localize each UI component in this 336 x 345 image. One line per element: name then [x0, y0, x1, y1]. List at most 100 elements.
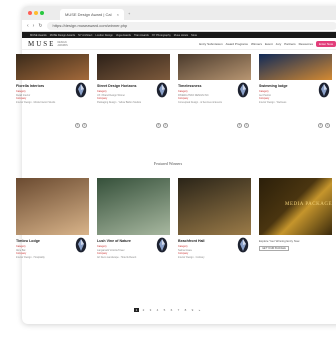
winner-info: Street Design Horizons Category UX / Brand… — [97, 80, 170, 132]
winner-image[interactable] — [259, 54, 332, 80]
forward-icon[interactable]: › — [33, 23, 35, 29]
media-package-text: Explore Your Winning Entry Now — [259, 239, 300, 243]
network-link[interactable]: Vega Awards — [116, 34, 131, 37]
site-logo[interactable]: MUSE — [28, 40, 55, 48]
url-input[interactable]: https://design.museaward.com/winner.php — [46, 21, 336, 30]
new-tab-icon[interactable]: + — [128, 11, 130, 16]
winner-info: Beachfront Hall Category Salma Grace Compan… — [178, 235, 251, 287]
winner-info: Fiorella Interiors Category Retail Interio… — [16, 80, 89, 132]
menu-item[interactable]: Resources — [299, 42, 313, 46]
browser-tab[interactable]: MUSE Design Award | Cal × — [60, 9, 125, 20]
menu-item[interactable]: Partners — [284, 42, 295, 46]
winner-image[interactable] — [97, 54, 170, 80]
main-menu: Entry Submission Award Programs Winners Eve… — [199, 40, 336, 47]
winner-card[interactable]: Beachfront Hall Category Salma Grace Compan… — [178, 178, 251, 287]
media-package-panel: MEDIA PACKAGE Explore Your Winning Entry … — [259, 178, 332, 287]
enter-now-button[interactable]: Enter Now — [315, 40, 336, 47]
company-value: Conceptual Design · & Services & Events — [178, 100, 222, 104]
facebook-icon[interactable]: f — [156, 123, 161, 128]
page-link[interactable]: 6 — [169, 308, 174, 312]
award-trophy-icon — [156, 82, 168, 98]
twitter-icon[interactable]: t — [325, 123, 330, 128]
award-trophy-icon — [237, 82, 249, 98]
winner-image[interactable] — [178, 54, 251, 80]
winners-row-1: Fiorella Interiors Category Retail Interio… — [16, 54, 332, 132]
winner-info: Timbru Lodge Category Alice Bai Company Inte… — [16, 235, 89, 287]
network-link[interactable]: Titan Awards — [134, 34, 149, 37]
close-window-dot[interactable] — [28, 11, 32, 15]
maximize-window-dot[interactable] — [40, 11, 44, 15]
award-trophy-icon — [75, 82, 87, 98]
media-package-label: MEDIA PACKAGE — [285, 202, 333, 207]
pagination: 1 2 3 4 5 6 7 8 9» — [0, 308, 336, 312]
page-link[interactable]: 3 — [148, 308, 153, 312]
menu-item[interactable]: Award Programs — [226, 42, 248, 46]
address-bar: ‹ › ↻ https://design.museaward.com/winne… — [22, 20, 336, 32]
twitter-icon[interactable]: t — [163, 123, 168, 128]
company-value: Interior Design · Hospitality — [16, 255, 45, 259]
section-title: Featured Winners — [153, 161, 183, 166]
media-package-image[interactable]: MEDIA PACKAGE — [259, 178, 332, 235]
back-icon[interactable]: ‹ — [27, 23, 29, 29]
company-value: Art Deco Landscape · Hotel & Resort — [97, 255, 137, 259]
winner-card[interactable]: Lush Vine of Nature Category Langamark Vic… — [97, 178, 170, 287]
facebook-icon[interactable]: f — [318, 123, 323, 128]
winner-info: Lush Vine of Nature Category Langamark Vic… — [97, 235, 170, 287]
network-link[interactable]: NY Photography — [152, 34, 171, 37]
winner-image[interactable] — [178, 178, 251, 235]
page-link[interactable]: 8 — [183, 308, 188, 312]
page-link[interactable]: 5 — [162, 308, 167, 312]
facebook-icon[interactable]: f — [237, 123, 242, 128]
winner-card[interactable]: Fiorella Interiors Category Retail Interio… — [16, 54, 89, 132]
winner-card[interactable]: Street Design Horizons Category UX / Brand… — [97, 54, 170, 132]
page-link[interactable]: 4 — [155, 308, 160, 312]
logo-subtitle: DESIGN AWARDS — [57, 40, 68, 47]
network-link[interactable]: MUSE Awards — [30, 34, 47, 37]
page-link[interactable]: 9 — [190, 308, 195, 312]
network-link[interactable]: NY Architect — [78, 34, 92, 37]
network-link[interactable]: London Design — [95, 34, 112, 37]
share-icons: ft — [156, 123, 168, 128]
award-trophy-icon — [156, 237, 168, 253]
tab-title: MUSE Design Award | Cal — [65, 12, 112, 17]
twitter-icon[interactable]: t — [244, 123, 249, 128]
get-package-button[interactable]: GET YOUR PACKAGE — [259, 246, 289, 251]
menu-item[interactable]: Winners — [251, 42, 262, 46]
page-link[interactable]: 7 — [176, 308, 181, 312]
minimize-window-dot[interactable] — [34, 11, 38, 15]
winner-image[interactable] — [16, 178, 89, 235]
winners-row-2: Timbru Lodge Category Alice Bai Company Inte… — [16, 178, 332, 287]
award-trophy-icon — [237, 237, 249, 253]
tab-bar: MUSE Design Award | Cal × + — [22, 6, 336, 20]
winner-card[interactable]: Timbru Lodge Category Alice Bai Company Inte… — [16, 178, 89, 287]
company-value: Interior Design · Wellness — [259, 100, 287, 104]
network-link[interactable]: More — [191, 34, 197, 37]
menu-item[interactable]: Entry Submission — [199, 42, 222, 46]
award-trophy-icon — [318, 82, 330, 98]
page-link[interactable]: » — [197, 308, 202, 312]
menu-item[interactable]: Jury — [276, 42, 282, 46]
site-header: MUSE DESIGN AWARDS Entry Submission Award… — [22, 38, 336, 50]
company-value: Packaging Design · Yellow Ballon Studios — [97, 100, 142, 104]
company-value: Interior Design · Culinary — [178, 255, 205, 259]
network-link[interactable]: MUSE Design Awards — [50, 34, 75, 37]
page-link[interactable]: 1 — [134, 308, 139, 312]
winner-card[interactable]: Swimming lodge Category Aer Pantrio Company… — [259, 54, 332, 132]
winner-info: Timelessness Category RIVERA ZHAO DESIGN I… — [178, 80, 251, 132]
winner-info: Swimming lodge Category Aer Pantrio Company… — [259, 80, 332, 132]
winner-image[interactable] — [16, 54, 89, 80]
page-link[interactable]: 2 — [141, 308, 146, 312]
share-icons: ft — [318, 123, 330, 128]
reload-icon[interactable]: ↻ — [38, 23, 42, 29]
award-trophy-icon — [75, 237, 87, 253]
twitter-icon[interactable]: t — [82, 123, 87, 128]
company-value: Interior Design · Moda Interior Studio — [16, 100, 56, 104]
winner-card[interactable]: Timelessness Category RIVERA ZHAO DESIGN I… — [178, 54, 251, 132]
network-link[interactable]: Muse Hotels — [174, 34, 188, 37]
close-tab-icon[interactable]: × — [117, 12, 119, 17]
winner-image[interactable] — [97, 178, 170, 235]
facebook-icon[interactable]: f — [75, 123, 80, 128]
menu-item[interactable]: Event — [265, 42, 273, 46]
share-icons: ft — [237, 123, 249, 128]
share-icons: ft — [75, 123, 87, 128]
